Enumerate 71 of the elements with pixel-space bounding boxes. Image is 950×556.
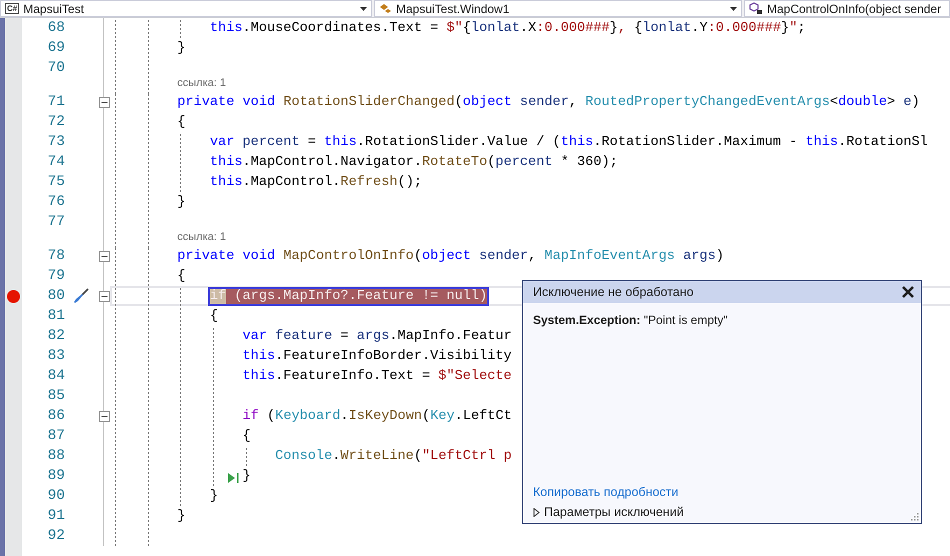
- code-text: {: [177, 268, 186, 284]
- line-number: 82: [46, 327, 65, 346]
- code-text: }: [177, 194, 186, 210]
- line-number: 69: [46, 39, 65, 58]
- collapse-toggle[interactable]: [98, 250, 110, 262]
- collapse-toggle[interactable]: [98, 290, 110, 302]
- line-number: 92: [46, 527, 65, 546]
- line-number: 88: [46, 447, 65, 466]
- cube-lock-icon: [749, 2, 763, 15]
- line-number: 70: [46, 59, 65, 78]
- code-text: }: [210, 488, 218, 504]
- code-text: var percent = this.RotationSlider.Value / (this.RotationSlider.Maximum - this.RotationSl: [210, 134, 928, 150]
- popup-title: Исключение не обработано: [533, 285, 694, 299]
- line-number: 90: [46, 487, 65, 506]
- exception-message: System.Exception: "Point is empty": [533, 313, 729, 329]
- exception-highlight: if (args.MapInfo?.Feature != null): [210, 288, 488, 304]
- code-text: this.FeatureInfoBorder.Visibility: [242, 348, 512, 364]
- line-number: 77: [46, 213, 65, 232]
- screwdriver-icon[interactable]: [72, 288, 88, 304]
- code-text: }: [177, 508, 186, 524]
- collapse-toggle[interactable]: [98, 410, 110, 422]
- code-text: this.MapControl.Navigator.RotateTo(percent * 360);: [210, 154, 618, 170]
- code-text: {: [210, 308, 218, 324]
- line-number: 68: [46, 19, 65, 38]
- close-button[interactable]: [901, 285, 915, 299]
- class-icon: [379, 2, 392, 14]
- line-number: 75: [46, 173, 65, 192]
- codelens-reference-count[interactable]: ссылка: 1: [177, 76, 226, 90]
- class-dropdown[interactable]: MapsuiTest.Window1: [374, 0, 742, 17]
- line-number: 74: [46, 153, 65, 172]
- expand-triangle-icon: [533, 508, 540, 516]
- code-text: {: [177, 114, 186, 130]
- code-text: private void MapControlOnInfo(object sender, MapInfoEventArgs args): [177, 248, 724, 264]
- line-number: 91: [46, 507, 65, 526]
- code-text: var feature = args.MapInfo.Featur: [242, 328, 512, 344]
- project-dropdown[interactable]: C# MapsuiTest: [0, 0, 372, 17]
- line-number: 79: [46, 267, 65, 286]
- line-number: 81: [46, 307, 65, 326]
- code-text: {: [242, 428, 251, 444]
- run-to-cursor-icon[interactable]: [228, 473, 238, 483]
- code-text: }: [242, 468, 251, 484]
- line-number: 76: [46, 193, 65, 212]
- exception-settings-expander[interactable]: Параметры исключений: [533, 505, 684, 519]
- resize-grip-icon[interactable]: [911, 513, 919, 521]
- code-text: this.MouseCoordinates.Text = $"{lonlat.X:0.000###}, {lonlat.Y:0.000###}";: [210, 20, 806, 36]
- caret-icon: [360, 6, 367, 10]
- line-number: 78: [46, 247, 65, 266]
- breakpoint-icon[interactable]: [7, 290, 20, 302]
- code-text: this.MapControl.Refresh();: [210, 174, 422, 190]
- line-number: 83: [46, 347, 65, 366]
- member-dropdown[interactable]: MapControlOnInfo(object sender: [744, 0, 950, 17]
- code-text: }: [177, 40, 186, 56]
- code-text: this.FeatureInfo.Text = $"Selecte: [242, 368, 512, 384]
- line-number: 87: [46, 427, 65, 446]
- copy-details-link[interactable]: Копировать подробности: [533, 485, 678, 499]
- line-number: 84: [46, 367, 65, 386]
- line-number: 85: [46, 387, 65, 406]
- codelens-reference-count[interactable]: ссылка: 1: [177, 230, 226, 244]
- code-text: private void RotationSliderChanged(object sender, RoutedPropertyChangedEventArgs<double> e): [177, 94, 920, 110]
- caret-icon: [730, 6, 737, 10]
- project-icon: C#: [5, 3, 20, 14]
- line-number: 73: [46, 133, 65, 152]
- breakpoint-margin[interactable]: [0, 18, 22, 556]
- code-text: if (Keyboard.IsKeyDown(Key.LeftCt: [242, 408, 512, 424]
- line-number: 86: [46, 407, 65, 426]
- collapse-toggle[interactable]: [98, 96, 110, 108]
- line-number: 72: [46, 113, 65, 132]
- code-text: Console.WriteLine("LeftCtrl p: [275, 448, 512, 464]
- line-number: 89: [46, 467, 65, 486]
- line-number: 71: [46, 93, 65, 112]
- line-number: 80: [46, 287, 65, 306]
